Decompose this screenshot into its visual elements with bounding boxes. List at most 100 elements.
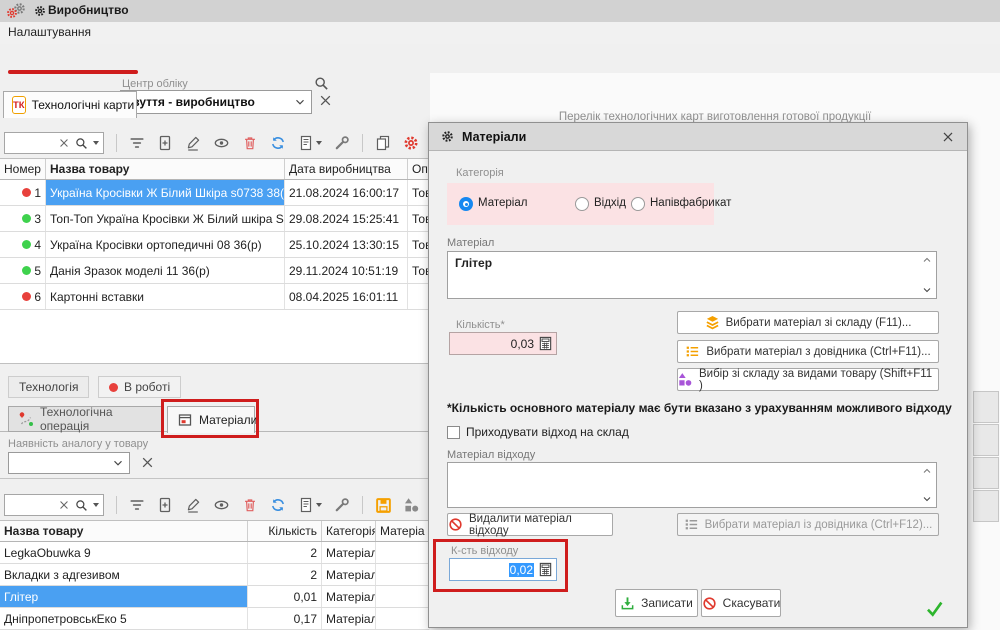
report-icon[interactable] — [298, 497, 322, 513]
calculator-icon[interactable] — [538, 336, 553, 351]
stock-layers-icon — [705, 315, 720, 330]
table-row[interactable]: 4 Україна Кросівки ортопедичні 08 36(р) … — [0, 232, 429, 258]
window-gear-icon — [34, 5, 46, 17]
search-icon[interactable] — [314, 76, 329, 91]
clear-icon[interactable] — [58, 499, 70, 511]
background-cell — [973, 424, 999, 456]
table-row[interactable]: Глітер 0,01 Матеріал — [0, 586, 429, 608]
col-name[interactable]: Назва товару — [46, 159, 285, 179]
prohibit-icon — [448, 517, 463, 532]
table-row[interactable]: ДніпропетровськЕко 5 0,17 Матеріал — [0, 608, 429, 630]
clear-analog-icon[interactable] — [140, 455, 155, 470]
add-record-icon[interactable] — [157, 497, 173, 513]
table-header-row: Назва товару Кількість Категорія Матеріа — [0, 521, 429, 542]
close-icon[interactable] — [941, 130, 955, 144]
radio-material[interactable] — [459, 197, 473, 211]
center-of-accounting-label: Центр обліку — [122, 78, 188, 90]
window-title: Виробництво — [48, 3, 129, 17]
tools-icon[interactable] — [334, 497, 350, 513]
annotation-materials-subtab — [161, 399, 259, 438]
delete-icon[interactable] — [242, 497, 258, 513]
table-row[interactable]: Вкладки з адгезивом 2 Матеріал — [0, 564, 429, 586]
status-dot — [22, 240, 31, 249]
tab-technology[interactable]: Технологія — [8, 376, 89, 398]
table-row[interactable]: 3 Топ-Топ Україна Кросівки Ж Білий шкіра… — [0, 206, 429, 232]
accounting-center-value: Взуття - виробництво — [125, 95, 293, 109]
table-row[interactable]: LegkaObuwka 9 2 Матеріал — [0, 542, 429, 564]
pick-from-stock-button[interactable]: Вибрати матеріал зі складу (F11)... — [677, 311, 939, 334]
scroll-up-icon[interactable] — [921, 465, 933, 477]
tools-icon[interactable] — [334, 135, 350, 151]
col-qty[interactable]: Кількість — [248, 521, 322, 541]
filter-icon[interactable] — [129, 497, 145, 513]
search-icon[interactable] — [75, 499, 88, 512]
write-icon — [620, 596, 635, 611]
scroll-up-icon[interactable] — [921, 254, 933, 266]
status-dot — [22, 266, 31, 275]
analog-select[interactable] — [8, 452, 130, 474]
pick-from-reference-button[interactable]: Вибрати матеріал з довідника (Ctrl+F11).… — [677, 340, 939, 363]
materials-toolbar — [0, 492, 430, 518]
top-toolbar — [0, 130, 430, 156]
menu-settings[interactable]: Налаштування — [8, 25, 91, 39]
radio-waste[interactable] — [575, 197, 589, 211]
tab-tech-cards[interactable]: ТК Технологічні карти — [3, 91, 137, 118]
tech-cards-table: Номер Назва товару Дата виробництва Опи … — [0, 158, 429, 364]
col-cat[interactable]: Категорія — [322, 521, 376, 541]
col-name[interactable]: Назва товару — [0, 521, 248, 541]
tab-strip: ТК Технологічні карти Виробничі акти 100… — [0, 44, 1000, 73]
settings-gear-icon[interactable] — [403, 135, 419, 151]
view-icon[interactable] — [213, 135, 230, 151]
scroll-down-icon[interactable] — [921, 284, 933, 296]
save-button[interactable]: Записати — [615, 589, 698, 617]
col-date[interactable]: Дата виробництва — [285, 159, 408, 179]
radio-semifinished[interactable] — [631, 197, 645, 211]
refresh-icon[interactable] — [270, 497, 286, 513]
tab-in-work[interactable]: В роботі — [98, 376, 181, 398]
refresh-icon[interactable] — [270, 135, 286, 151]
left-panel: Центр обліку За видами товару Взуття - в… — [0, 73, 430, 630]
save-icon[interactable] — [375, 497, 392, 514]
copy-icon[interactable] — [375, 135, 391, 151]
material-field[interactable]: Глітер — [447, 251, 937, 299]
scroll-down-icon[interactable] — [921, 493, 933, 505]
prohibit-icon — [702, 596, 717, 611]
report-icon[interactable] — [298, 135, 322, 151]
search-icon[interactable] — [75, 137, 88, 150]
edit-icon[interactable] — [185, 135, 201, 151]
add-record-icon[interactable] — [157, 135, 173, 151]
delete-icon[interactable] — [242, 135, 258, 151]
dialog-header[interactable]: Матеріали — [429, 123, 967, 151]
search-input[interactable] — [4, 132, 104, 154]
col-desc[interactable]: Опи — [408, 159, 428, 179]
clear-center-icon[interactable] — [318, 93, 333, 108]
accounting-center-select[interactable]: Взуття - виробництво — [120, 90, 312, 114]
edit-icon[interactable] — [185, 497, 201, 513]
pick-by-goods-type-button[interactable]: Вибір зі складу за видами товару (Shift+… — [677, 368, 939, 391]
route-icon — [18, 411, 34, 427]
clear-icon[interactable] — [58, 137, 70, 149]
filter-icon[interactable] — [129, 135, 145, 151]
col-num[interactable]: Номер — [0, 159, 46, 179]
goods-types-icon[interactable] — [404, 497, 420, 513]
table-row[interactable]: 5 Данія Зразок моделі 11 36(р) 29.11.202… — [0, 258, 429, 284]
subtab-tech-operation[interactable]: Технологічна операція — [8, 406, 162, 432]
delete-waste-material-button[interactable]: Видалити матеріал відходу — [447, 513, 613, 536]
cancel-button[interactable]: Скасувати — [701, 589, 781, 617]
search-options-caret[interactable] — [93, 141, 99, 145]
col-mat[interactable]: Матеріа — [376, 521, 428, 541]
search-input[interactable] — [4, 494, 104, 516]
table-row[interactable]: 6 Картонні вставки 08.04.2025 16:01:11 — [0, 284, 429, 310]
quantity-input[interactable]: 0,03 — [449, 332, 557, 355]
receive-waste-checkbox[interactable] — [447, 426, 460, 439]
materials-table: Назва товару Кількість Категорія Матеріа… — [0, 520, 429, 630]
background-cell — [973, 391, 999, 423]
table-header-row: Номер Назва товару Дата виробництва Опи — [0, 159, 429, 180]
status-dot — [22, 214, 31, 223]
table-row[interactable]: 1 Україна Кросівки Ж Білий Шкіра s0738 3… — [0, 180, 429, 206]
pick-waste-from-reference-button[interactable]: Вибрати матеріал із довідника (Ctrl+F12)… — [677, 513, 939, 536]
view-icon[interactable] — [213, 497, 230, 513]
search-options-caret[interactable] — [93, 503, 99, 507]
waste-material-field[interactable] — [447, 462, 937, 508]
list-icon — [685, 344, 700, 359]
